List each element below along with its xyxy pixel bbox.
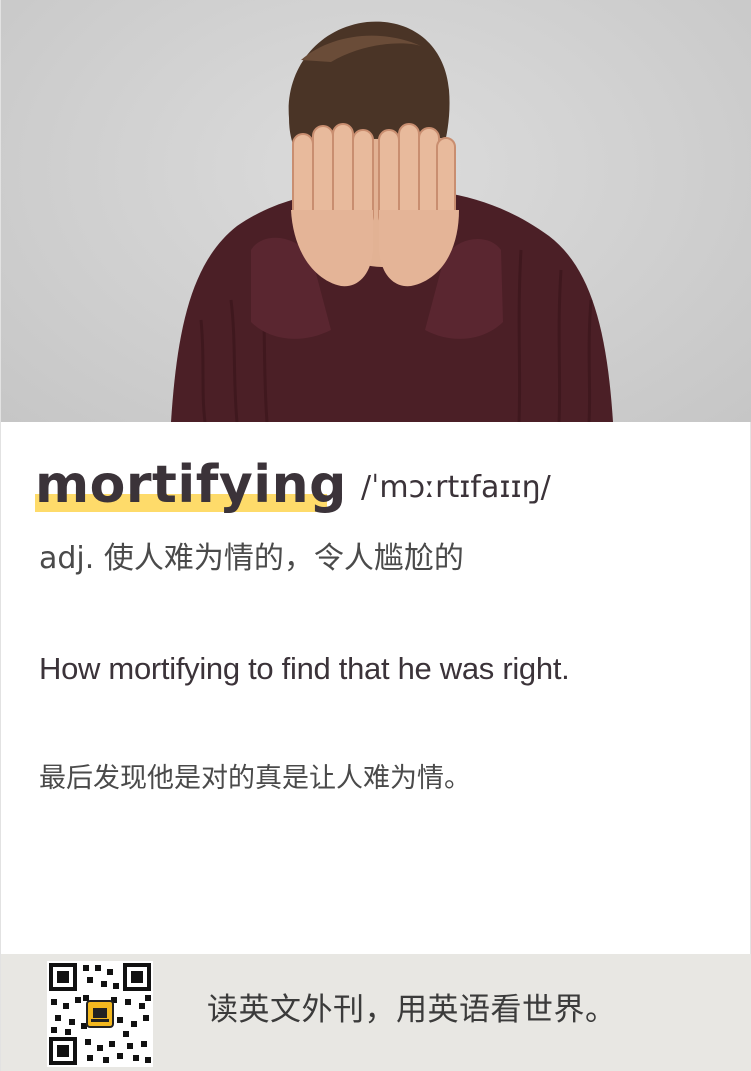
example-sentence-english: How mortifying to find that he was right…: [39, 651, 570, 686]
phonetic-transcription: /ˈmɔːrtɪfaɪɪŋ/: [361, 470, 551, 505]
footer-slogan: 读英文外刊，用英语看世界。: [207, 992, 617, 1028]
qr-code-icon[interactable]: [47, 961, 153, 1067]
person-covering-face-illustration: [171, 21, 613, 422]
example-sentence-chinese: 最后发现他是对的真是让人难为情。: [39, 763, 471, 794]
definition: adj. 使人难为情的，令人尴尬的: [39, 541, 464, 576]
footer-bar: 读英文外刊，用英语看世界。: [1, 954, 751, 1071]
vocab-card: mortifying /ˈmɔːrtɪfaɪɪŋ/ adj. 使人难为情的，令人…: [0, 0, 751, 1071]
hero-photo: [1, 0, 751, 422]
headword-row: mortifying /ˈmɔːrtɪfaɪɪŋ/: [35, 452, 735, 522]
headword: mortifying: [35, 455, 347, 515]
